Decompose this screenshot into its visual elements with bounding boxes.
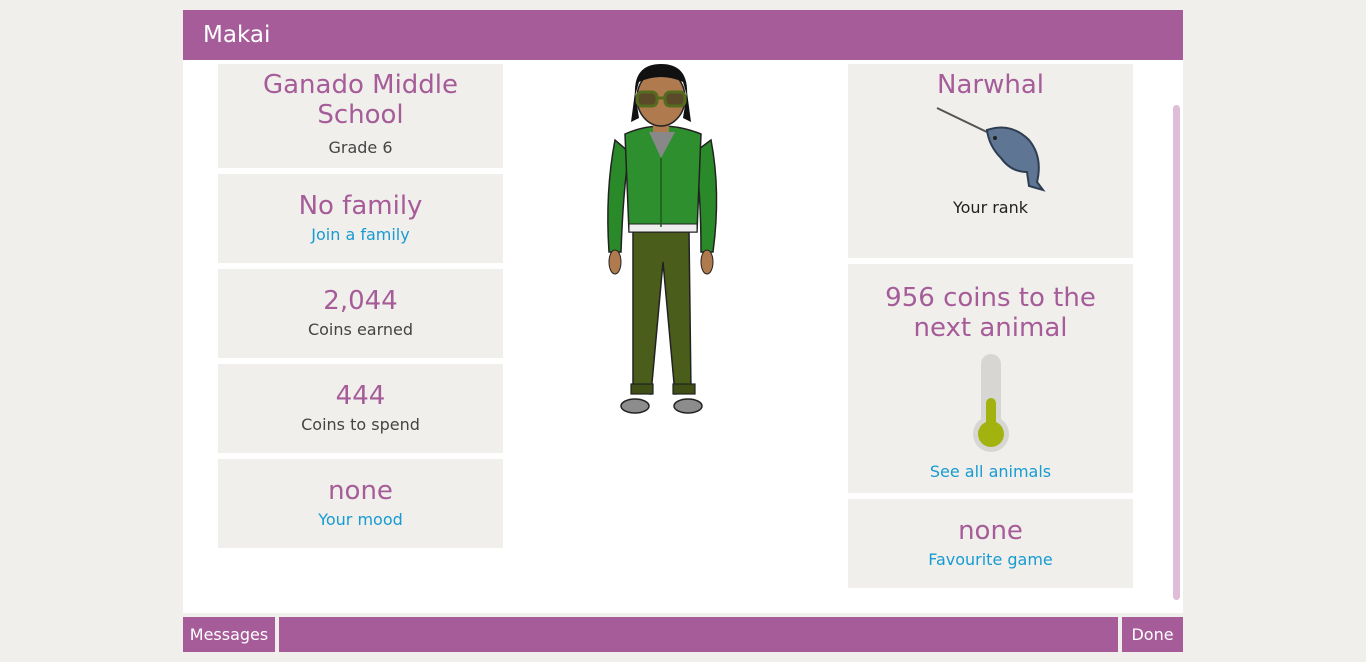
bottom-bar-spacer bbox=[279, 617, 1118, 652]
coins-spend-label: Coins to spend bbox=[301, 415, 420, 434]
scrollbar[interactable] bbox=[1173, 105, 1180, 600]
avatar-figure[interactable] bbox=[603, 62, 723, 422]
rank-label: Your rank bbox=[952, 198, 1029, 217]
family-card: No family Join a family bbox=[218, 174, 503, 263]
profile-content: Ganado Middle School Grade 6 No family J… bbox=[183, 60, 1183, 613]
favourite-game-card: none Favourite game bbox=[848, 499, 1133, 588]
messages-button[interactable]: Messages bbox=[183, 617, 275, 652]
bottom-bar: Messages Done bbox=[183, 617, 1183, 652]
coins-spend-card: 444 Coins to spend bbox=[218, 364, 503, 453]
rank-animal: Narwhal bbox=[937, 70, 1044, 100]
favourite-game-value: none bbox=[958, 516, 1023, 546]
favourite-game-link[interactable]: Favourite game bbox=[928, 550, 1053, 569]
grade-label: Grade 6 bbox=[328, 138, 393, 157]
coins-earned-value: 2,044 bbox=[323, 286, 398, 316]
rank-card: Narwhal Your rank bbox=[848, 64, 1133, 258]
coins-spend-value: 444 bbox=[335, 381, 386, 411]
done-button[interactable]: Done bbox=[1122, 617, 1183, 652]
title-bar: Makai bbox=[183, 10, 1183, 60]
thermometer-icon bbox=[972, 354, 1009, 452]
family-value: No family bbox=[298, 191, 423, 221]
coins-earned-label: Coins earned bbox=[307, 320, 414, 339]
join-family-link[interactable]: Join a family bbox=[311, 225, 409, 244]
mood-value: none bbox=[328, 476, 393, 506]
school-name: Ganado Middle School bbox=[262, 70, 459, 130]
progress-card: 956 coins to the next animal See all ani… bbox=[848, 264, 1133, 493]
see-all-animals-link[interactable]: See all animals bbox=[930, 462, 1051, 481]
school-card: Ganado Middle School Grade 6 bbox=[218, 64, 503, 168]
coins-earned-card: 2,044 Coins earned bbox=[218, 269, 503, 358]
mood-card: none Your mood bbox=[218, 459, 503, 548]
narwhal-icon bbox=[936, 107, 1046, 192]
profile-window: Makai Ganado Middle School Grade 6 No fa… bbox=[183, 10, 1183, 652]
coins-to-next-animal: 956 coins to the next animal bbox=[885, 283, 1096, 343]
your-mood-link[interactable]: Your mood bbox=[318, 510, 403, 529]
window-title: Makai bbox=[203, 22, 271, 48]
